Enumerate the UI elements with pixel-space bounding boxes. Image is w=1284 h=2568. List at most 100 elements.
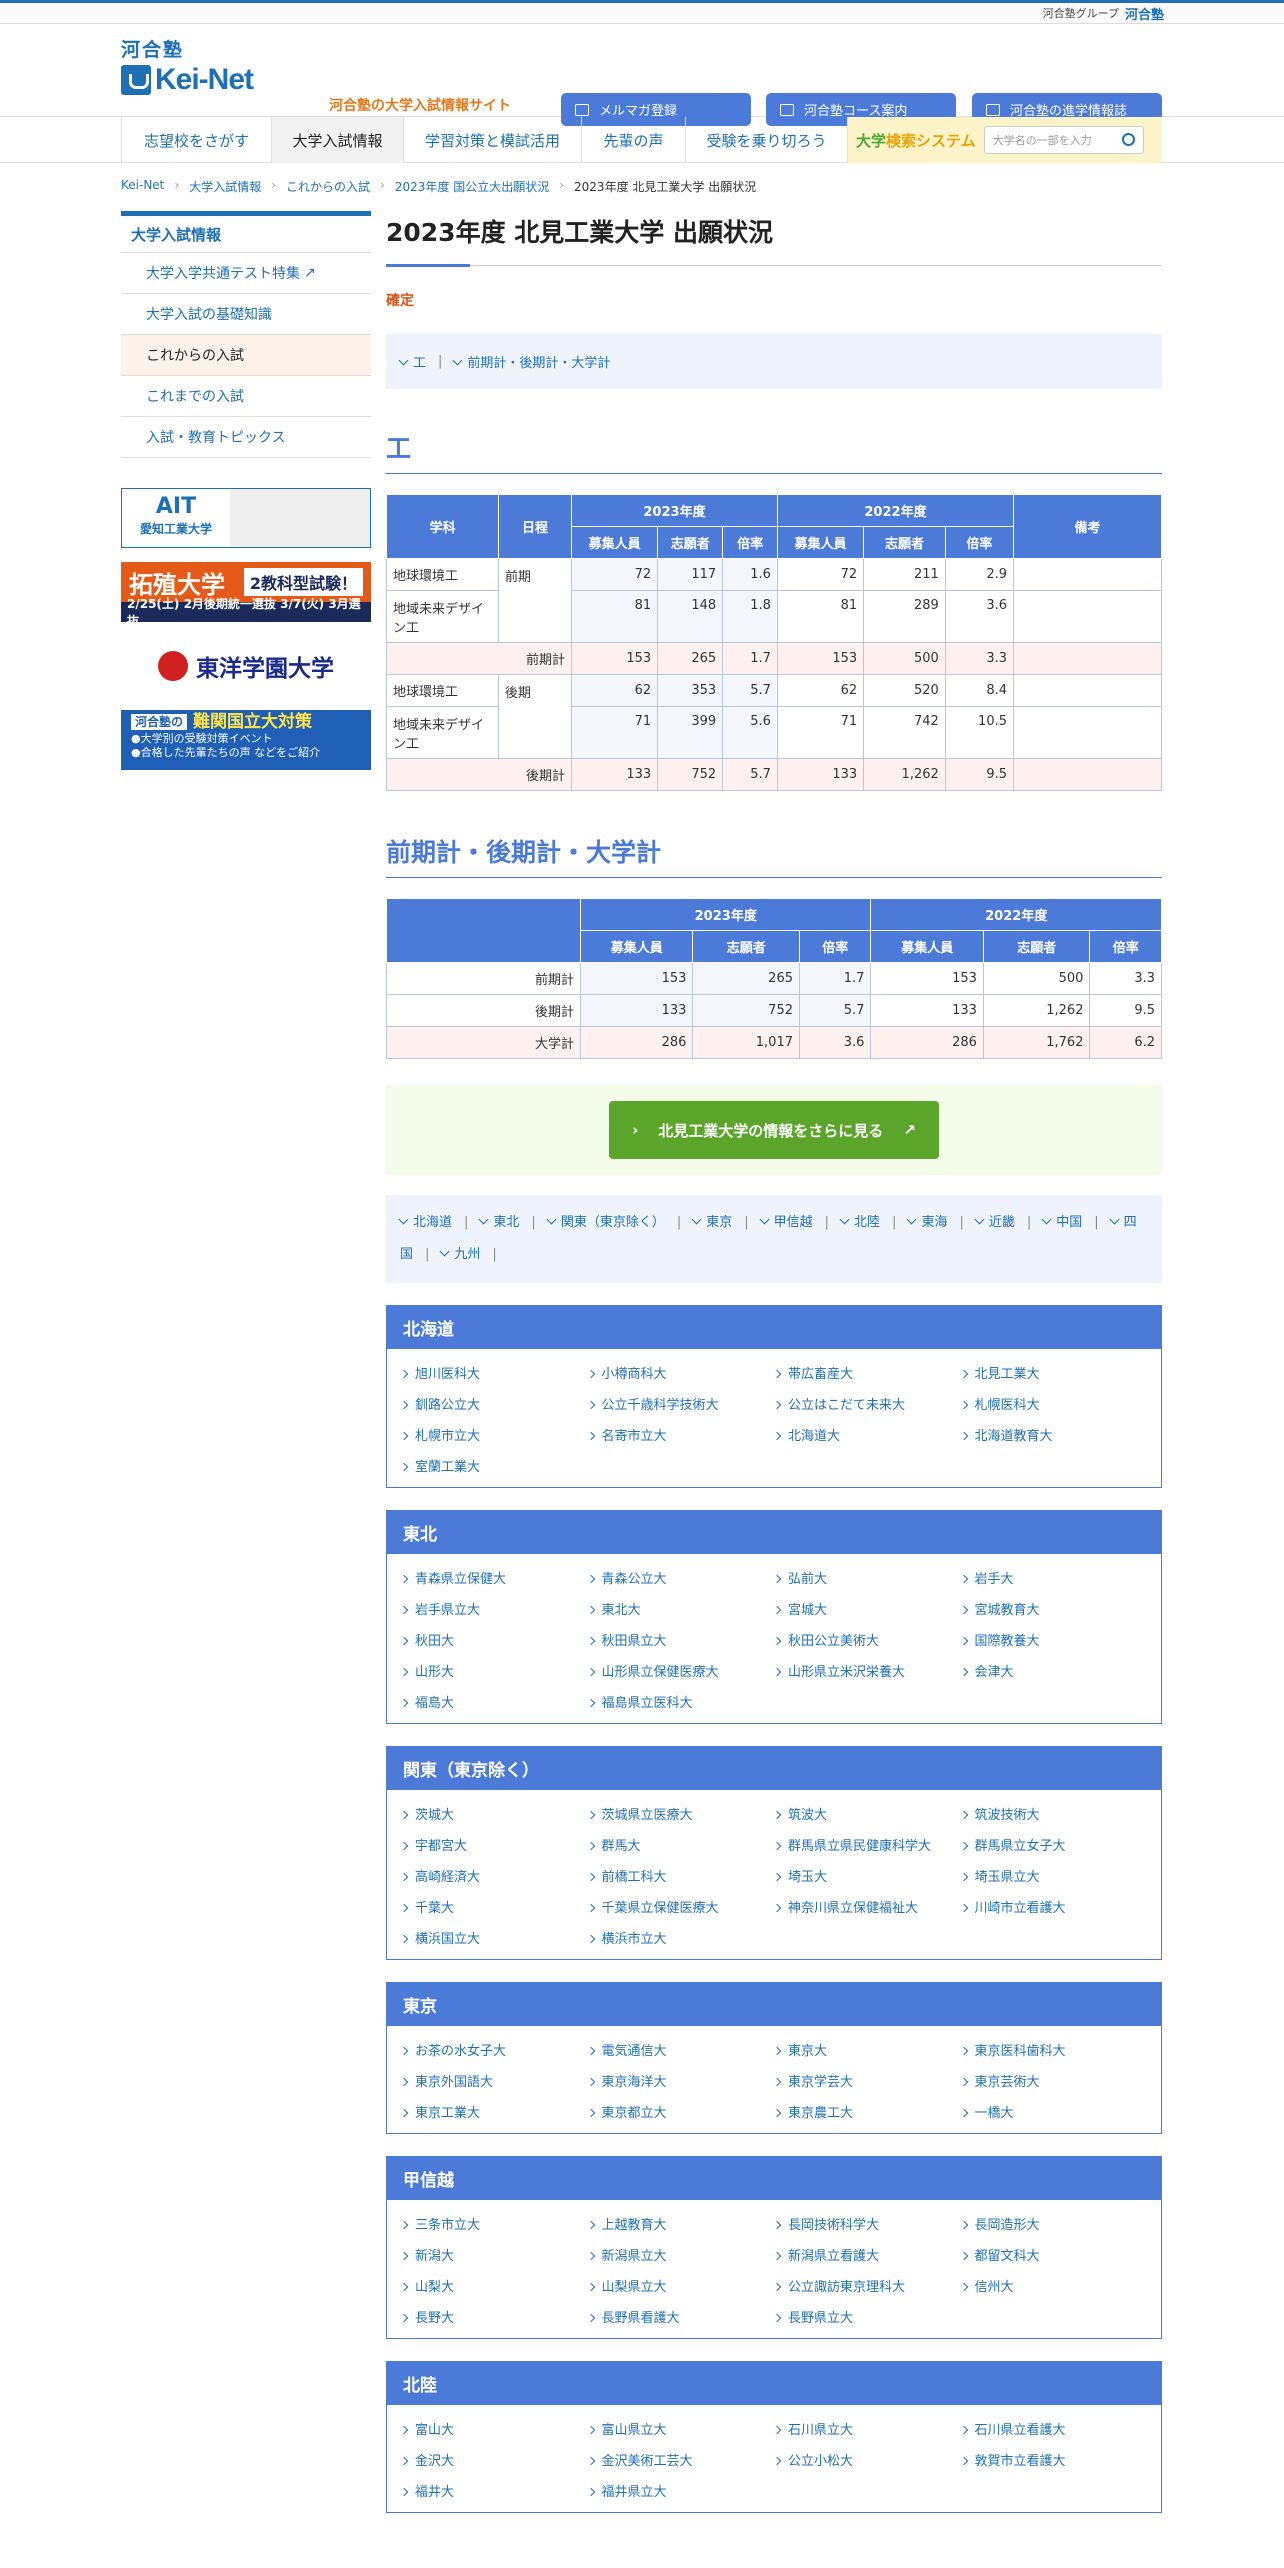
- university-link[interactable]: 秋田県立大: [586, 1630, 775, 1649]
- region-anchor-link[interactable]: 東海: [906, 1214, 947, 1230]
- region-anchor-link[interactable]: 近畿: [974, 1214, 1015, 1230]
- university-link[interactable]: 岩手県立大: [399, 1599, 588, 1618]
- anchor-link-engineering[interactable]: 工: [398, 352, 426, 371]
- university-link[interactable]: 長野大: [399, 2307, 588, 2326]
- university-link[interactable]: 長野県看護大: [586, 2307, 775, 2326]
- university-link[interactable]: 北見工業大: [959, 1363, 1148, 1382]
- university-link[interactable]: 岩手大: [959, 1568, 1148, 1587]
- nav-item-senpai[interactable]: 先輩の声: [581, 117, 685, 163]
- banner-ait[interactable]: AIT 愛知工業大学: [121, 488, 371, 548]
- university-link[interactable]: 国際教養大: [959, 1630, 1148, 1649]
- university-link[interactable]: 東京工業大: [399, 2102, 588, 2121]
- university-link[interactable]: 小樽商科大: [586, 1363, 775, 1382]
- university-link[interactable]: 山形県立米沢栄養大: [772, 1661, 961, 1680]
- breadcrumb-item[interactable]: Kei-Net: [121, 178, 164, 195]
- university-link[interactable]: 東京芸術大: [959, 2071, 1148, 2090]
- university-link[interactable]: 富山県立大: [586, 2419, 775, 2438]
- university-link[interactable]: 東京医科歯科大: [959, 2040, 1148, 2059]
- university-link[interactable]: 北海道教育大: [959, 1425, 1148, 1444]
- university-link[interactable]: 宮城大: [772, 1599, 961, 1618]
- university-link[interactable]: 敦賀市立看護大: [959, 2450, 1148, 2469]
- university-link[interactable]: 横浜国立大: [399, 1928, 588, 1947]
- university-link[interactable]: 埼玉大: [772, 1866, 961, 1885]
- breadcrumb-item[interactable]: 2023年度 国公立大出願状況: [395, 178, 549, 195]
- university-link[interactable]: 公立小松大: [772, 2450, 961, 2469]
- sidebar-title[interactable]: 大学入試情報: [121, 211, 371, 253]
- university-link[interactable]: 公立はこだて未来大: [772, 1394, 961, 1413]
- sidebar-item-basics[interactable]: 大学入試の基礎知識: [121, 294, 371, 335]
- university-link[interactable]: 山梨大: [399, 2276, 588, 2295]
- university-link[interactable]: 茨城県立医療大: [586, 1804, 775, 1823]
- university-link[interactable]: 札幌市立大: [399, 1425, 588, 1444]
- university-link[interactable]: 神奈川県立保健福祉大: [772, 1897, 961, 1916]
- university-link[interactable]: 東京学芸大: [772, 2071, 961, 2090]
- university-link[interactable]: 千葉県立保健医療大: [586, 1897, 775, 1916]
- university-link[interactable]: 茨城大: [399, 1804, 588, 1823]
- university-link[interactable]: 室蘭工業大: [399, 1456, 588, 1475]
- university-link[interactable]: 富山大: [399, 2419, 588, 2438]
- university-link[interactable]: 旭川医科大: [399, 1363, 588, 1382]
- university-link[interactable]: 横浜市立大: [586, 1928, 775, 1947]
- university-link[interactable]: 金沢大: [399, 2450, 588, 2469]
- university-link[interactable]: 帯広畜産大: [772, 1363, 961, 1382]
- university-link[interactable]: 公立諏訪東京理科大: [772, 2276, 961, 2295]
- university-link[interactable]: 群馬県立県民健康科学大: [772, 1835, 961, 1854]
- search-icon[interactable]: [1121, 133, 1135, 146]
- university-link[interactable]: 都留文科大: [959, 2245, 1148, 2264]
- university-link[interactable]: 釧路公立大: [399, 1394, 588, 1413]
- university-link[interactable]: 筑波技術大: [959, 1804, 1148, 1823]
- breadcrumb-item[interactable]: 大学入試情報: [189, 178, 261, 195]
- nav-item-study[interactable]: 学習対策と模試活用: [403, 117, 581, 163]
- region-anchor-link[interactable]: 関東（東京除く）: [546, 1214, 665, 1230]
- university-link[interactable]: 長野県立大: [772, 2307, 961, 2326]
- university-link[interactable]: 新潟県立看護大: [772, 2245, 961, 2264]
- university-link[interactable]: 長岡技術科学大: [772, 2214, 961, 2233]
- sidebar-item-common-test[interactable]: 大学入学共通テスト特集 ↗: [121, 253, 371, 294]
- banner-kawaijuku-national[interactable]: 河合塾の 難関国立大対策 ●大学別の受験対策イベント ●合格した先輩たちの声 など…: [121, 710, 371, 770]
- university-link[interactable]: 福島大: [399, 1692, 588, 1711]
- university-link[interactable]: 会津大: [959, 1661, 1148, 1680]
- nav-item-admission-info[interactable]: 大学入試情報: [271, 117, 403, 163]
- nav-item-survive-exam[interactable]: 受験を乗り切ろう: [685, 117, 848, 163]
- university-link[interactable]: 信州大: [959, 2276, 1148, 2295]
- region-anchor-link[interactable]: 甲信越: [759, 1214, 813, 1230]
- region-anchor-link[interactable]: 北陸: [839, 1214, 880, 1230]
- sidebar-item-past[interactable]: これまでの入試: [121, 376, 371, 417]
- breadcrumb-item[interactable]: これからの入試: [286, 178, 370, 195]
- university-link[interactable]: 東北大: [586, 1599, 775, 1618]
- university-link[interactable]: 山形県立保健医療大: [586, 1661, 775, 1680]
- university-link[interactable]: 山梨県立大: [586, 2276, 775, 2295]
- university-link[interactable]: 石川県立看護大: [959, 2419, 1148, 2438]
- university-link[interactable]: 一橋大: [959, 2102, 1148, 2121]
- university-link[interactable]: 石川県立大: [772, 2419, 961, 2438]
- university-link[interactable]: 高崎経済大: [399, 1866, 588, 1885]
- university-link[interactable]: 金沢美術工芸大: [586, 2450, 775, 2469]
- region-anchor-link[interactable]: 北海道: [398, 1214, 452, 1230]
- banner-takushoku[interactable]: 拓殖大学 2教科型試験！ 2/25(土) 2月後期統一選抜 3/7(火) 3月選抜: [121, 562, 371, 622]
- university-link[interactable]: 東京大: [772, 2040, 961, 2059]
- university-link[interactable]: 東京外国語大: [399, 2071, 588, 2090]
- region-anchor-link[interactable]: 東北: [478, 1214, 519, 1230]
- university-link[interactable]: 名寄市立大: [586, 1425, 775, 1444]
- university-link[interactable]: 弘前大: [772, 1568, 961, 1587]
- university-link[interactable]: 新潟県立大: [586, 2245, 775, 2264]
- region-anchor-link[interactable]: 九州: [439, 1246, 480, 1262]
- university-link[interactable]: 長岡造形大: [959, 2214, 1148, 2233]
- site-logo[interactable]: 河合塾 Kei-Net: [121, 40, 316, 100]
- university-link[interactable]: 秋田大: [399, 1630, 588, 1649]
- university-link[interactable]: 千葉大: [399, 1897, 588, 1916]
- university-link[interactable]: 福島県立医科大: [586, 1692, 775, 1711]
- university-link[interactable]: 川崎市立看護大: [959, 1897, 1148, 1916]
- university-link[interactable]: 青森公立大: [586, 1568, 775, 1587]
- university-link[interactable]: 群馬県立女子大: [959, 1835, 1148, 1854]
- university-link[interactable]: 公立千歳科学技術大: [586, 1394, 775, 1413]
- group-logo[interactable]: 河合塾: [1125, 4, 1164, 23]
- university-link[interactable]: 前橋工科大: [586, 1866, 775, 1885]
- university-link[interactable]: 北海道大: [772, 1425, 961, 1444]
- university-link[interactable]: 福井大: [399, 2481, 588, 2500]
- university-link[interactable]: 福井県立大: [586, 2481, 775, 2500]
- university-link[interactable]: 埼玉県立大: [959, 1866, 1148, 1885]
- university-link[interactable]: 宇都宮大: [399, 1835, 588, 1854]
- university-link[interactable]: 群馬大: [586, 1835, 775, 1854]
- univ-search-input[interactable]: 大学名の一部を入力: [983, 126, 1144, 154]
